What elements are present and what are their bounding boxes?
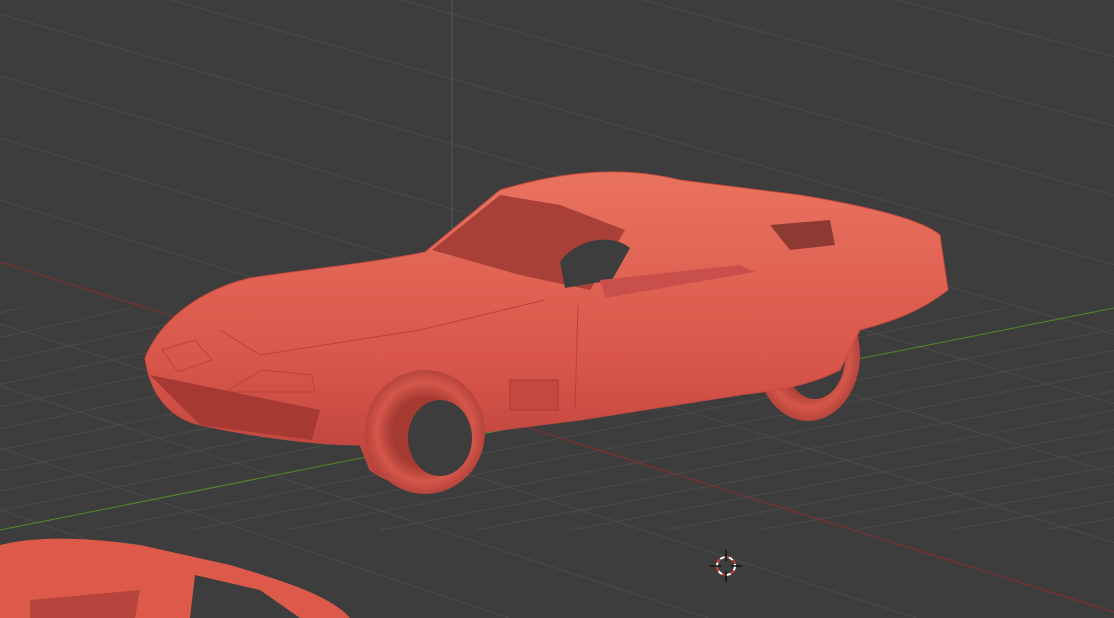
3d-viewport[interactable]: [0, 0, 1114, 618]
side-vent: [509, 379, 559, 411]
front-wheel-well: [408, 400, 472, 476]
